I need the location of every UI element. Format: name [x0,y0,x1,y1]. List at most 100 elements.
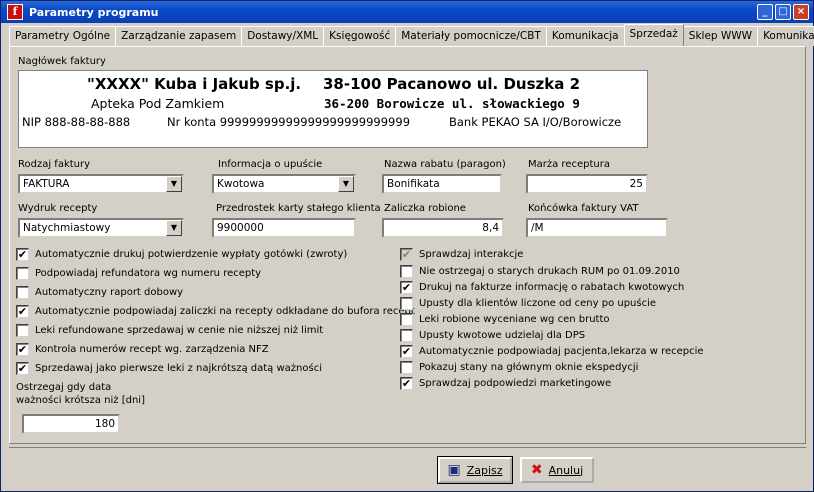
checkbox-label: Pokazuj stany na głównym oknie ekspedycj… [419,362,639,373]
checkbox-label: Sprzedawaj jako pierwsze leki z najkróts… [35,363,322,374]
checkbox-dps-discounts[interactable]: Upusty kwotowe udzielaj dla DPS [400,329,585,342]
checkbox-label: Automatycznie podpowiadaj pacjenta,lekar… [419,346,704,357]
program-parameters-window: f Parametry programu _ □ × Parametry Ogó… [0,0,814,492]
checkbox-box[interactable] [16,286,29,299]
checkbox-box[interactable] [400,329,413,342]
checkbox-discount-after-price[interactable]: Upusty dla klientów liczone od ceny po u… [400,297,656,310]
advance-label: Zaliczka robione [384,203,466,214]
checkbox-box[interactable]: ✔ [400,345,413,358]
discount-info-select[interactable]: Kwotowa ▼ [212,174,356,194]
checkbox-label: Sprawdzaj podpowiedzi marketingowe [419,378,612,389]
checkbox-label: Leki robione wyceniane wg cen brutto [419,314,610,325]
checkbox-box[interactable] [16,324,29,337]
cancel-button-label: Anuluj [548,463,584,477]
maximize-icon[interactable]: □ [775,4,791,20]
chevron-down-icon[interactable]: ▼ [338,176,354,192]
checkbox-refund-limit[interactable]: Leki refundowane sprzedawaj w cenie nie … [16,324,323,337]
header-company-name: "XXXX" Kuba i Jakub sp.j. [87,75,302,93]
loyalty-prefix-label: Przedrostek karty stałego klienta [216,203,381,214]
checkbox-label: Drukuj na fakturze informację o rabatach… [419,282,685,293]
checkbox-print-discount-info[interactable]: ✔ Drukuj na fakturze informację o rabatac… [400,281,684,294]
tab-zarzadzanie-zapasem[interactable]: Zarządzanie zapasem [115,26,243,46]
app-icon: f [7,4,23,20]
expiry-warning-label-1: Ostrzegaj gdy data [16,382,112,393]
loyalty-prefix-input[interactable]: 9900000 [212,218,356,238]
checkbox-label: Kontrola numerów recept wg. zarządzenia … [35,344,269,355]
checkbox-marketing-hints[interactable]: ✔ Sprawdzaj podpowiedzi marketingowe [400,377,611,390]
checkbox-box[interactable]: ✔ [400,248,413,261]
checkbox-box[interactable]: ✔ [16,343,29,356]
cancel-x-icon: ✖ [530,462,543,478]
save-button[interactable]: ▣ Zapisz [437,456,513,484]
prescription-print-select[interactable]: Natychmiastowy ▼ [18,218,184,238]
checkbox-label: Automatycznie drukuj potwierdzenie wypła… [35,249,348,260]
checkbox-box[interactable]: ✔ [400,281,413,294]
header-pharmacy-address: 36-200 Borowicze ul. słowackiego 9 [324,96,580,111]
checkbox-label: Upusty dla klientów liczone od ceny po u… [419,298,657,309]
tab-komunikacja[interactable]: Komunikacja [545,26,625,46]
vat-suffix-input[interactable]: /M [526,218,668,238]
sales-tab-panel: Nagłówek faktury "XXXX" Kuba i Jakub sp.… [9,46,806,444]
header-nip: NIP 888-88-88-888 [22,115,131,129]
header-company-address: 38-100 Pacanowo ul. Duszka 2 [323,75,581,93]
checkbox-check-interactions[interactable]: ✔ Sprawdzaj interakcje [400,248,523,261]
checkbox-label: Automatycznie podpowiadaj zaliczki na re… [35,306,415,317]
invoice-type-value: FAKTURA [23,178,70,190]
invoice-type-label: Rodzaj faktury [18,159,91,170]
checkbox-box[interactable] [16,267,29,280]
floppy-disk-icon: ▣ [447,462,461,478]
chevron-down-icon[interactable]: ▼ [166,176,182,192]
discount-info-value: Kwotowa [217,178,265,190]
discount-info-label: Informacja o upuście [218,159,323,170]
title-bar[interactable]: f Parametry programu _ □ × [1,1,813,23]
discount-name-label: Nazwa rabatu (paragon) [384,159,506,170]
checkbox-box[interactable]: ✔ [16,248,29,261]
checkbox-label: Podpowiadaj refundatora wg numeru recept… [35,268,262,279]
tab-ksiegowosc[interactable]: Księgowość [323,26,397,46]
checkbox-suggest-advances[interactable]: ✔ Automatycznie podpowiadaj zaliczki na r… [16,305,415,318]
checkbox-box[interactable] [400,313,413,326]
checkbox-nfz-control[interactable]: ✔ Kontrola numerów recept wg. zarządzenia… [16,343,269,356]
checkbox-box[interactable]: ✔ [16,305,29,318]
formula-margin-input[interactable]: 25 [526,174,648,194]
checkbox-box[interactable]: ✔ [400,377,413,390]
close-icon[interactable]: × [793,4,809,20]
dialog-button-bar: ▣ Zapisz ✖ Anuluj [9,447,806,487]
tab-parametry-ogolne[interactable]: Parametry Ogólne [9,26,117,46]
expiry-warning-days-input[interactable]: 180 [22,414,120,434]
invoice-header-box[interactable]: "XXXX" Kuba i Jakub sp.j. 38-100 Pacanow… [18,70,648,148]
tab-sklep-www[interactable]: Sklep WWW [682,26,759,46]
header-bank-account: Nr konta 99999999999999999999999999 [167,115,411,129]
checkbox-label: Nie ostrzegaj o starych drukach RUM po 0… [419,266,680,277]
prescription-print-value: Natychmiastowy [23,222,111,234]
expiry-warning-label-2: ważności krótsza niż [dni] [16,395,145,406]
checkbox-box[interactable]: ✔ [16,362,29,375]
minimize-icon[interactable]: _ [757,4,773,20]
advance-input[interactable]: 8,4 [382,218,504,238]
save-button-label: Zapisz [466,463,503,477]
chevron-down-icon[interactable]: ▼ [166,220,182,236]
tab-dostawy-xml[interactable]: Dostawy/XML [241,26,325,46]
checkbox-gross-prices[interactable]: Leki robione wyceniane wg cen brutto [400,313,610,326]
checkbox-suggest-refunder[interactable]: Podpowiadaj refundatora wg numeru recept… [16,267,261,280]
checkbox-show-stock[interactable]: Pokazuj stany na głównym oknie ekspedycj… [400,361,638,374]
checkbox-box[interactable] [400,297,413,310]
checkbox-box[interactable] [400,265,413,278]
checkbox-label: Upusty kwotowe udzielaj dla DPS [419,330,586,341]
vat-suffix-label: Końcówka faktury VAT [528,203,639,214]
window-title: Parametry programu [29,5,159,19]
tab-materialy-pomocnicze[interactable]: Materiały pomocnicze/CBT [395,26,547,46]
cancel-button[interactable]: ✖ Anuluj [520,457,594,483]
checkbox-daily-report[interactable]: Automatyczny raport dobowy [16,286,183,299]
tab-komunikacja-2[interactable]: Komunikacja 2 [757,26,814,46]
tab-sprzedaz[interactable]: Sprzedaż [623,24,684,46]
invoice-type-select[interactable]: FAKTURA ▼ [18,174,184,194]
checkbox-suggest-patient[interactable]: ✔ Automatycznie podpowiadaj pacjenta,leka… [400,345,704,358]
checkbox-no-rum-warning[interactable]: Nie ostrzegaj o starych drukach RUM po 0… [400,265,680,278]
checkbox-print-cash-confirmation[interactable]: ✔ Automatycznie drukuj potwierdzenie wypł… [16,248,347,261]
checkbox-shortest-expiry[interactable]: ✔ Sprzedawaj jako pierwsze leki z najkrót… [16,362,322,375]
checkbox-box[interactable] [400,361,413,374]
discount-name-input[interactable]: Bonifikata [382,174,502,194]
invoice-header-label: Nagłówek faktury [18,56,106,67]
checkbox-label: Automatyczny raport dobowy [35,287,184,298]
